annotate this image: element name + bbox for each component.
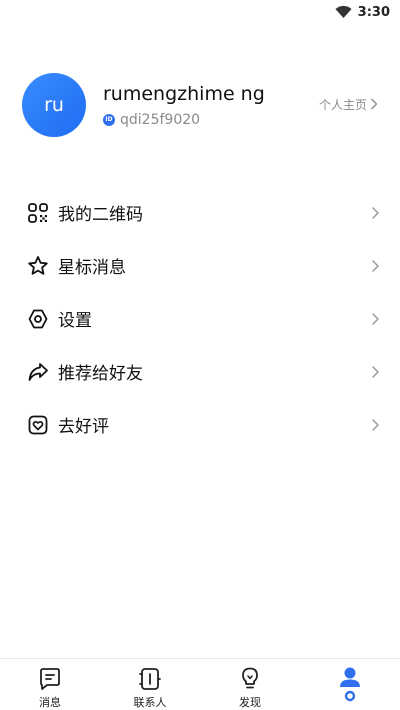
rate-icon	[28, 415, 48, 434]
id-row: ID qdi25f9020	[103, 112, 319, 128]
chevron-right-icon	[372, 418, 379, 431]
menu-item-rate[interactable]: 去好评	[0, 398, 400, 451]
menu-item-settings[interactable]: 设置	[0, 292, 400, 345]
chevron-right-icon	[372, 312, 379, 325]
nav-tab-profile[interactable]	[300, 659, 400, 710]
user-id: qdi25f9020	[120, 111, 201, 128]
message-icon	[40, 668, 60, 690]
menu-list: 我的二维码 星标消息 设置 推荐给好友 去好评	[0, 186, 400, 451]
menu-item-label: 星标消息	[58, 258, 126, 278]
status-bar: 3:30	[0, 0, 400, 24]
bottom-nav: 消息 联系人 发现	[0, 658, 400, 710]
menu-item-label: 我的二维码	[58, 205, 143, 225]
discover-icon	[242, 667, 258, 689]
homepage-link[interactable]: 个人主页	[319, 96, 378, 113]
menu-item-label: 推荐给好友	[58, 364, 143, 384]
chevron-right-icon	[372, 206, 379, 219]
id-badge-icon: ID	[103, 113, 115, 126]
contacts-icon	[139, 668, 161, 690]
username: rumengzhime ng	[103, 82, 265, 105]
profile-info: rumengzhime ng ID qdi25f9020	[103, 83, 319, 128]
menu-item-qrcode[interactable]: 我的二维码	[0, 186, 400, 239]
wifi-icon	[335, 5, 352, 18]
nav-tab-label: 联系人	[133, 696, 167, 709]
menu-item-share[interactable]: 推荐给好友	[0, 345, 400, 398]
chevron-right-icon	[371, 98, 378, 110]
chevron-right-icon	[372, 259, 379, 272]
homepage-link-label: 个人主页	[318, 97, 367, 112]
menu-item-label: 去好评	[58, 417, 109, 437]
nav-tab-contacts[interactable]: 联系人	[100, 659, 200, 710]
share-icon	[28, 362, 48, 381]
settings-icon	[28, 309, 48, 328]
menu-item-starred[interactable]: 星标消息	[0, 239, 400, 292]
avatar[interactable]: ru	[22, 73, 86, 137]
profile-icon	[340, 667, 360, 702]
nav-tab-messages[interactable]: 消息	[0, 659, 100, 710]
menu-item-label: 设置	[58, 311, 92, 331]
status-time: 3:30	[357, 4, 390, 20]
profile-header[interactable]: ru rumengzhime ng ID qdi25f9020 个人主页	[22, 72, 378, 138]
star-icon	[28, 255, 48, 275]
profile-screen: 3:30 ru rumengzhime ng ID qdi25f9020 个人主…	[0, 0, 400, 710]
nav-tab-label: 发现	[239, 696, 261, 709]
chevron-right-icon	[372, 365, 379, 378]
qrcode-icon	[28, 202, 48, 223]
nav-tab-label: 消息	[39, 696, 61, 709]
nav-tab-discover[interactable]: 发现	[200, 659, 300, 710]
